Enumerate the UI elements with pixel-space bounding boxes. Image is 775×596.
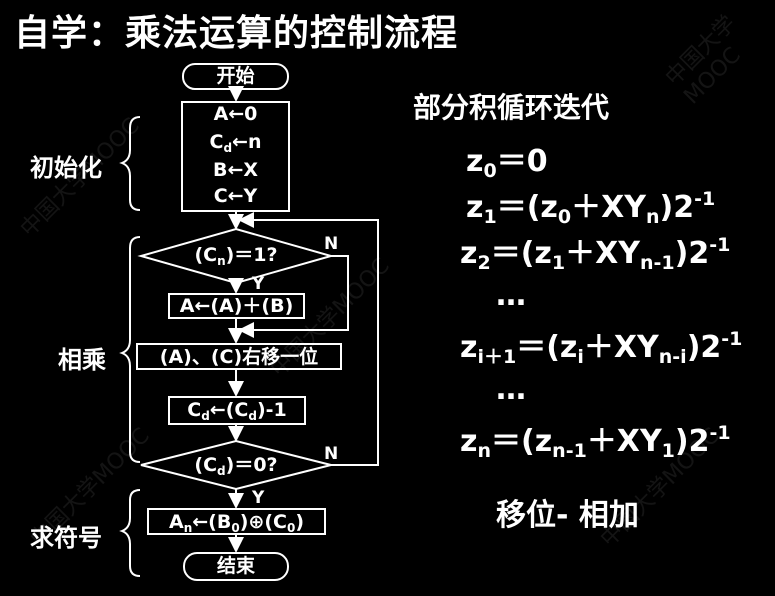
cond1-label: (Cn)＝1? <box>194 244 278 268</box>
equation-z2: z2＝(z1＋XYn-1)2-1 <box>460 234 731 274</box>
shift-label: (A)、(C)右移一位 <box>159 346 319 368</box>
ellipsis-2: … <box>496 372 526 407</box>
iteration-heading: 部分积循环迭代 <box>413 91 610 124</box>
brace-sign <box>119 489 141 577</box>
init-cd: Cd←n <box>209 131 262 155</box>
brace-init <box>119 116 141 211</box>
equation-zn: zn＝(zn-1＋XY1)2-1 <box>460 422 731 462</box>
start-label: 开始 <box>216 65 255 87</box>
slide: 中国大学MOOC 中国大学MOOC 中国大学MOOC 中国大学MOOC 中国大学… <box>0 0 775 596</box>
yes-label-2: Y <box>252 488 265 508</box>
sign-label: An←(B0)⊕(C0) <box>169 511 304 535</box>
init-c: C←Y <box>213 185 258 207</box>
end-label: 结束 <box>216 555 255 577</box>
init-a: A←0 <box>213 103 258 125</box>
dec-label: Cd←(Cd)-1 <box>187 399 287 423</box>
no-label-1: N <box>324 234 339 254</box>
ellipsis-1: … <box>496 278 526 313</box>
init-b: B←X <box>212 159 259 181</box>
equation-z0: z0＝0 <box>466 144 548 182</box>
cond2-label: (Cd)＝0? <box>194 454 278 478</box>
add-label: A←(A)＋(B) <box>179 295 294 317</box>
equation-zi: zi＋1＝(zi＋XYn-i)2-1 <box>460 328 743 368</box>
yes-label-1: Y <box>252 274 265 294</box>
shift-add-label: 移位- 相加 <box>496 498 639 533</box>
no-label-2: N <box>324 444 339 464</box>
flowchart-lines <box>119 63 379 581</box>
equation-z1: z1＝(z0＋XYn)2-1 <box>466 188 716 228</box>
